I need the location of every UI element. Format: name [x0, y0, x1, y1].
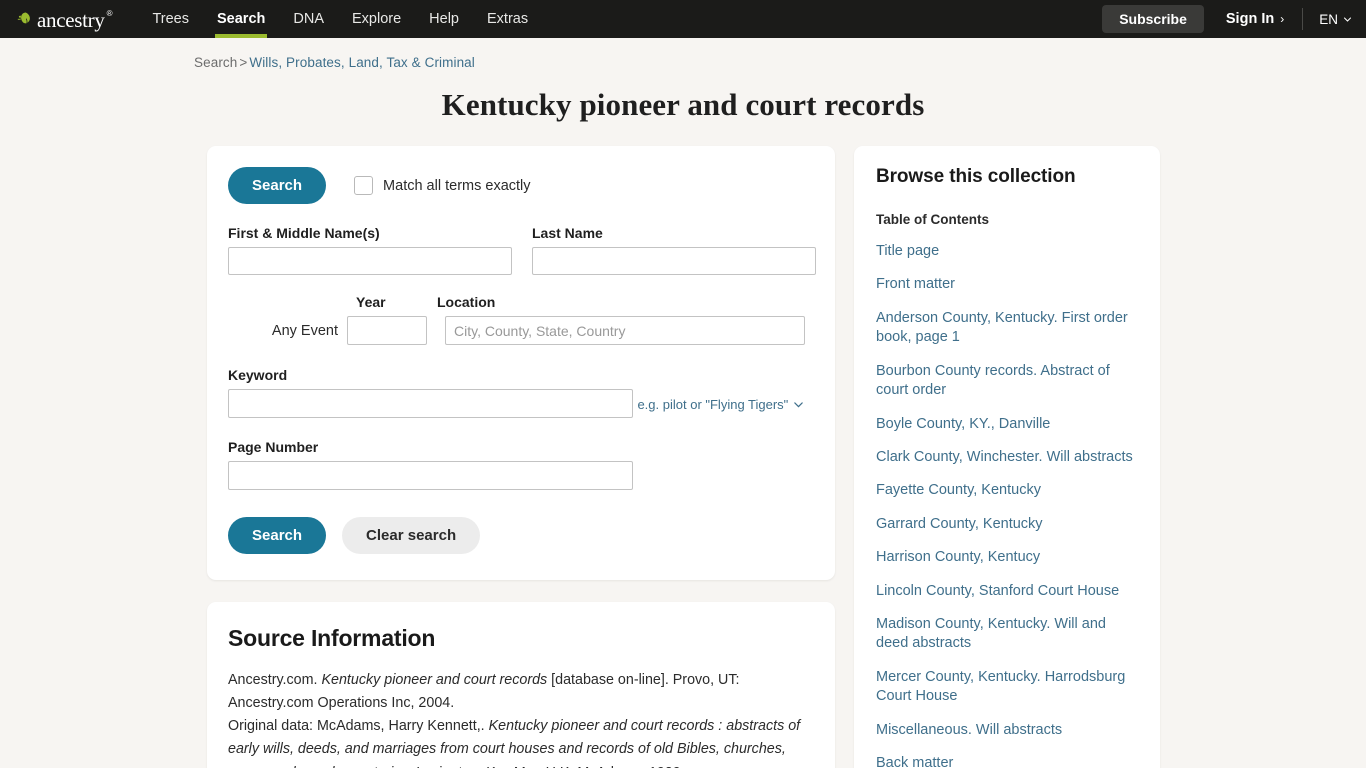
location-input[interactable] — [445, 316, 805, 345]
source-line1-italic: Kentucky pioneer and court records — [321, 672, 548, 688]
toc-item[interactable]: Back matter — [876, 754, 1138, 768]
sidebar-column: Browse this collection Table of Contents… — [854, 146, 1160, 768]
browse-collection-card: Browse this collection Table of Contents… — [854, 146, 1160, 768]
table-of-contents-heading: Table of Contents — [876, 212, 989, 227]
toc-item[interactable]: Miscellaneous. Will abstracts — [876, 721, 1138, 740]
subscribe-button[interactable]: Subscribe — [1102, 5, 1204, 33]
source-line-1: Ancestry.com. Kentucky pioneer and court… — [228, 669, 814, 715]
breadcrumb-separator: > — [239, 55, 248, 70]
chevron-down-icon — [1343, 15, 1352, 24]
first-name-label: First & Middle Name(s) — [228, 225, 380, 241]
source-line1-pre: Ancestry.com. — [228, 672, 322, 688]
toc-item[interactable]: Front matter — [876, 275, 1138, 294]
toc-item[interactable]: Madison County, Kentucky. Will and deed … — [876, 615, 1138, 654]
any-event-label: Any Event — [271, 322, 338, 339]
nav-right-group: Subscribe Sign In › EN — [1102, 0, 1352, 38]
page-number-field-group: Page Number — [228, 439, 814, 490]
nav-item-explore[interactable]: Explore — [338, 0, 415, 38]
main-column: Search Match all terms exactly First & M… — [207, 146, 835, 768]
chevron-right-icon: › — [1280, 12, 1285, 26]
keyword-input[interactable] — [228, 389, 633, 418]
page-title: Kentucky pioneer and court records — [441, 87, 925, 122]
source-information-card: Source Information Ancestry.com. Kentuck… — [207, 602, 835, 768]
page-body: Search Match all terms exactly First & M… — [207, 123, 1366, 768]
year-label: Year — [356, 294, 386, 310]
toc-item[interactable]: Clark County, Winchester. Will abstracts — [876, 448, 1138, 467]
language-selector[interactable]: EN — [1319, 12, 1352, 27]
breadcrumb: Search > Wills, Probates, Land, Tax & Crim… — [0, 38, 1366, 70]
toc-item[interactable]: Boyle County, KY., Danville — [876, 415, 1138, 434]
event-header-spacer — [228, 294, 356, 310]
leaf-icon — [16, 9, 36, 29]
last-name-input[interactable] — [532, 247, 816, 275]
page-number-input[interactable] — [228, 461, 633, 490]
event-header-row: Year Location — [228, 294, 814, 310]
toc-item[interactable]: Harrison County, Kentucy — [876, 548, 1138, 567]
table-of-contents-list: Title page Front matter Anderson County,… — [876, 242, 1138, 768]
source-line2-pre: Original data: McAdams, Harry Kennett,. — [228, 718, 489, 735]
source-line2-post: . Lexington, Ky.: Mrs. H.K. McAdams, 192… — [408, 765, 684, 768]
nav-item-trees[interactable]: Trees — [138, 0, 203, 38]
source-line-2: Original data: McAdams, Harry Kennett,. … — [228, 715, 814, 768]
nav-item-dna[interactable]: DNA — [279, 0, 338, 38]
keyword-hint-label: e.g. pilot or "Flying Tigers" — [637, 396, 789, 412]
match-exact-checkbox[interactable] — [354, 176, 374, 195]
toc-item[interactable]: Title page — [876, 242, 1138, 261]
event-field-group: Year Location Any Event — [228, 294, 814, 345]
chevron-down-icon — [793, 399, 804, 410]
last-name-label: Last Name — [532, 225, 603, 241]
breadcrumb-root-link[interactable]: Search — [194, 55, 237, 70]
toc-item[interactable]: Bourbon County records. Abstract of cour… — [876, 362, 1138, 401]
search-button-bottom[interactable]: Search — [228, 517, 327, 554]
year-input[interactable] — [347, 316, 427, 345]
nav-item-search[interactable]: Search — [203, 0, 279, 38]
nav-item-extras[interactable]: Extras — [473, 0, 542, 38]
first-name-input[interactable] — [228, 247, 512, 275]
source-information-body: Ancestry.com. Kentucky pioneer and court… — [228, 669, 814, 768]
last-name-field-group: Last Name — [532, 225, 816, 275]
language-label: EN — [1319, 11, 1338, 27]
sign-in-link[interactable]: Sign In › — [1225, 8, 1304, 30]
keyword-hint-toggle[interactable]: e.g. pilot or "Flying Tigers" — [637, 397, 804, 412]
source-information-title: Source Information — [228, 625, 436, 651]
toc-item[interactable]: Garrard County, Kentucky — [876, 515, 1138, 534]
match-exact-label: Match all terms exactly — [383, 177, 531, 194]
logo-wordmark: ancestry — [37, 7, 105, 32]
location-field-wrapper — [445, 316, 805, 345]
browse-collection-title: Browse this collection — [876, 166, 1076, 187]
search-form-card: Search Match all terms exactly First & M… — [207, 146, 835, 580]
logo-trademark: ® — [106, 8, 113, 18]
toc-item[interactable]: Mercer County, Kentucky. Harrodsburg Cou… — [876, 668, 1138, 707]
search-top-row: Search Match all terms exactly — [228, 167, 814, 204]
keyword-label: Keyword — [228, 367, 288, 383]
match-exact-checkbox-wrapper[interactable]: Match all terms exactly — [354, 176, 531, 195]
page-number-label: Page Number — [228, 439, 319, 455]
toc-item[interactable]: Anderson County, Kentucky. First order b… — [876, 309, 1138, 348]
search-button-top[interactable]: Search — [228, 167, 327, 204]
form-button-row: Search Clear search — [228, 517, 814, 554]
top-navigation-bar: ancestry ® Trees Search DNA Explore Help… — [0, 0, 1366, 38]
ancestry-logo[interactable]: ancestry ® — [16, 9, 112, 30]
primary-nav: Trees Search DNA Explore Help Extras — [138, 0, 542, 38]
toc-item[interactable]: Fayette County, Kentucky — [876, 481, 1138, 500]
names-row: First & Middle Name(s) Last Name — [228, 225, 816, 275]
sign-in-label: Sign In — [1225, 11, 1275, 27]
year-field-wrapper — [347, 316, 427, 345]
clear-search-button[interactable]: Clear search — [342, 517, 481, 554]
breadcrumb-current-link[interactable]: Wills, Probates, Land, Tax & Criminal — [249, 55, 475, 70]
first-name-field-group: First & Middle Name(s) — [228, 225, 512, 275]
keyword-field-group: Keyword e.g. pilot or "Flying Tigers" — [228, 367, 814, 418]
toc-item[interactable]: Lincoln County, Stanford Court House — [876, 582, 1138, 601]
nav-item-help[interactable]: Help — [415, 0, 473, 38]
location-label: Location — [437, 294, 496, 310]
event-input-row: Any Event — [228, 316, 814, 345]
